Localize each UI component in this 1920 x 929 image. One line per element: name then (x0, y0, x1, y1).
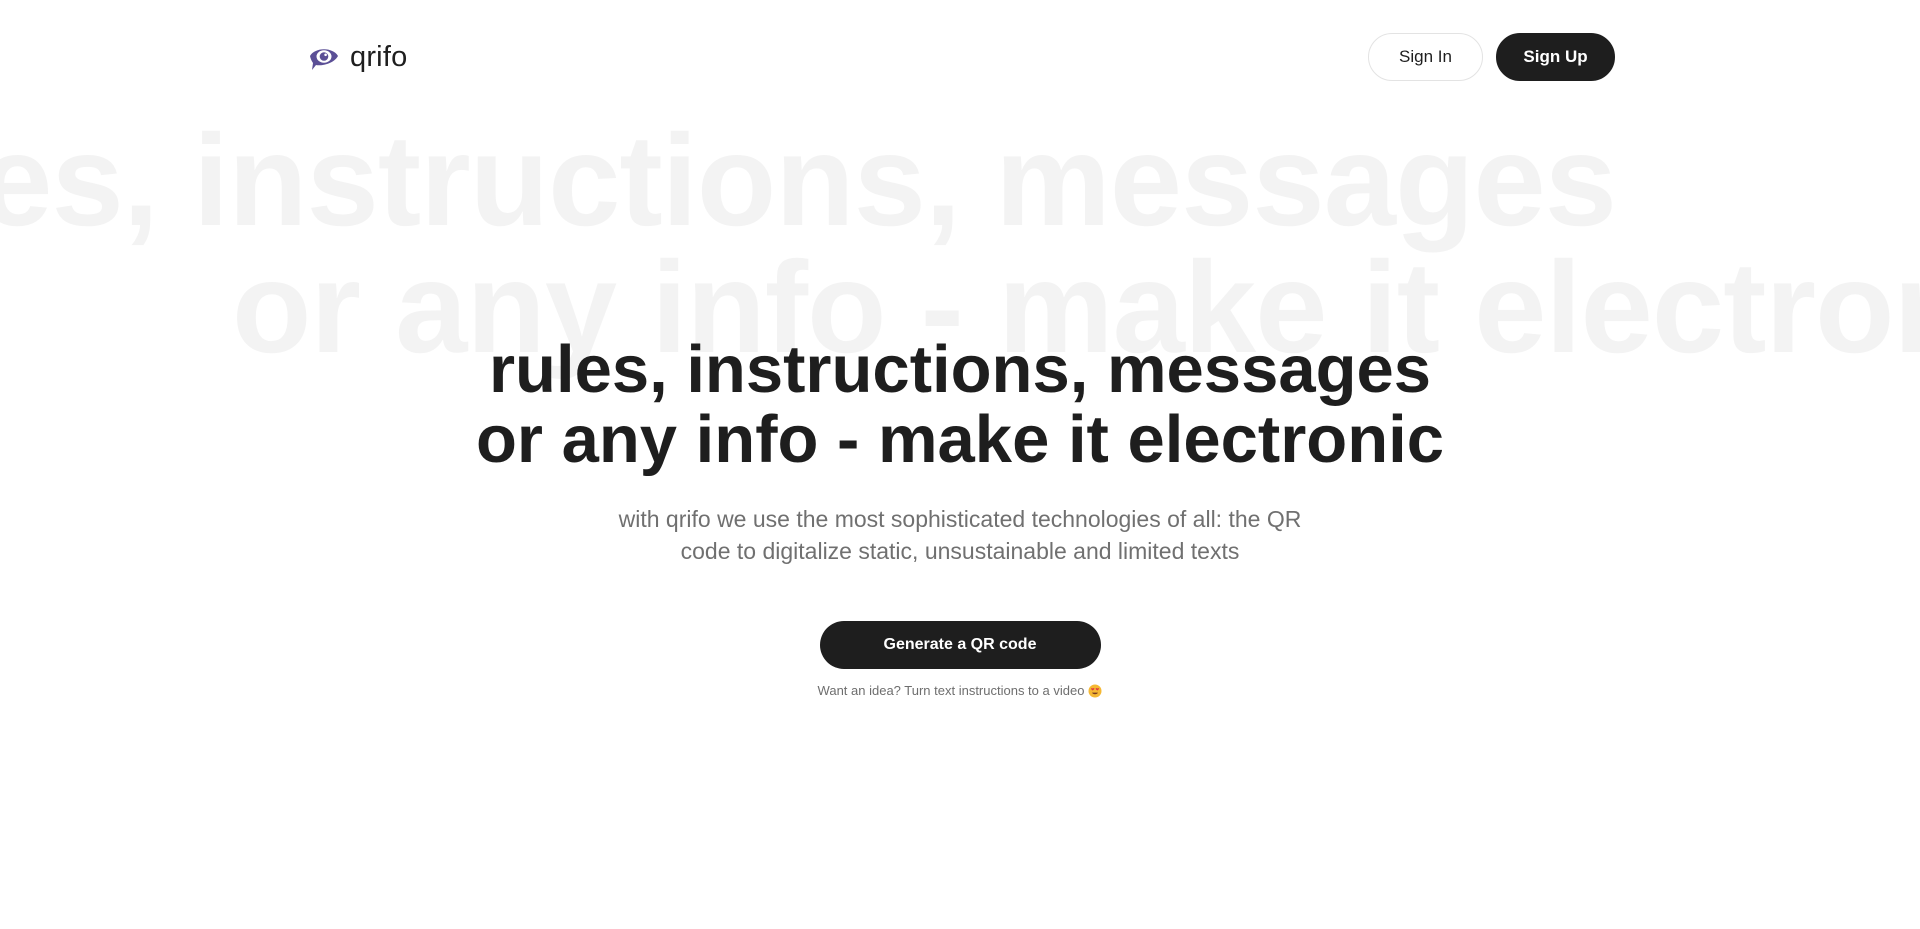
idea-hint: Want an idea? Turn text instructions to … (0, 683, 1920, 698)
generate-qr-button[interactable]: Generate a QR code (819, 621, 1101, 669)
auth-nav: Sign In Sign Up (1368, 33, 1615, 81)
hero-subtitle-line-2: code to digitalize static, unsustainable… (680, 538, 1240, 564)
idea-hint-link[interactable]: Want an idea? Turn text instructions to … (818, 683, 1085, 698)
hero-title-line-2: or any info - make it electronic (475, 402, 1445, 477)
hero-subtitle: with qrifo we use the most sophisticated… (590, 503, 1330, 567)
eye-logo-icon (308, 42, 340, 72)
landing-page: rules, instructions, messages or any inf… (0, 0, 1920, 929)
hero-section: rules, instructions, messages or any inf… (0, 335, 1920, 699)
heart-eyes-emoji-icon (1088, 684, 1102, 698)
hero-subtitle-line-1: with qrifo we use the most sophisticated… (618, 506, 1302, 532)
hero-title: rules, instructions, messages or any inf… (0, 335, 1920, 475)
brand-name: qrifo (350, 41, 408, 73)
background-text-line-1: rules, instructions, messages (0, 107, 1617, 253)
brand-logo-link[interactable]: qrifo (308, 38, 407, 76)
hero-title-line-1: rules, instructions, messages (488, 332, 1432, 407)
site-header: qrifo Sign In Sign Up (0, 0, 1920, 116)
sign-up-button[interactable]: Sign Up (1496, 33, 1615, 81)
sign-in-button[interactable]: Sign In (1368, 33, 1483, 81)
